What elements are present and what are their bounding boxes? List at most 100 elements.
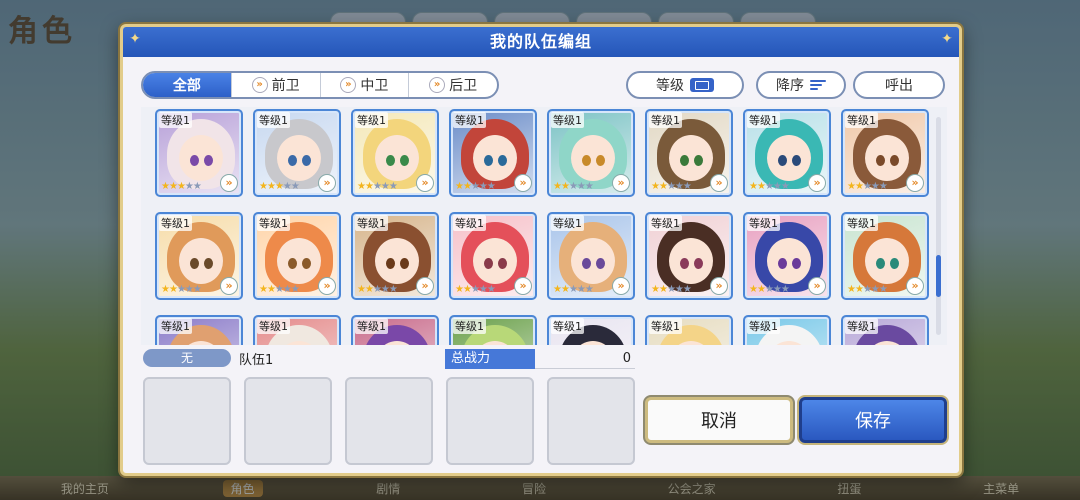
party-slot[interactable] (345, 377, 433, 465)
character-card[interactable]: 等级1★★★★★» (841, 109, 929, 197)
character-eye (582, 155, 591, 166)
character-card[interactable]: 等级1★★★★★» (547, 212, 635, 300)
star-rating-icon: ★★★★★ (455, 284, 496, 295)
character-level: 等级1 (845, 318, 878, 334)
character-level: 等级1 (747, 215, 780, 231)
character-eye (190, 155, 199, 166)
party-slot[interactable] (244, 377, 332, 465)
character-eye (484, 155, 493, 166)
filter-tab[interactable]: » 前卫 (232, 73, 321, 97)
star-rating-icon: ★★★★★ (553, 284, 594, 295)
sort-level-button[interactable]: 等级 (626, 71, 744, 99)
star-rating-icon: ★★★★★ (259, 284, 300, 295)
character-card[interactable]: 等级1★★★★★» (351, 212, 439, 300)
character-eye (386, 155, 395, 166)
filter-tab-label: 前卫 (271, 78, 300, 94)
position-chevron-icon: » (340, 77, 357, 93)
character-card[interactable]: 等级1★★★★★» (253, 109, 341, 197)
character-face (669, 238, 713, 284)
order-label: 降序 (776, 78, 804, 94)
scrollbar-track[interactable] (936, 117, 941, 335)
character-level: 等级1 (649, 215, 682, 231)
character-card[interactable]: 等级1★★★★★» (351, 315, 439, 345)
character-card[interactable]: 等级1★★★★★» (449, 109, 537, 197)
character-eye (288, 258, 297, 269)
character-level: 等级1 (551, 318, 584, 334)
character-card[interactable]: 等级1★★★★★» (155, 109, 243, 197)
character-card[interactable]: 等级1★★★★★» (547, 109, 635, 197)
save-label: 保存 (855, 411, 891, 432)
dialog-title: 我的队伍编组 (489, 32, 592, 51)
position-filter: 全部» 前卫» 中卫» 后卫 (141, 71, 499, 99)
character-eye (792, 258, 801, 269)
character-card[interactable]: 等级1★★★★★» (841, 212, 929, 300)
position-chevron-icon: » (514, 277, 532, 295)
character-eye (694, 258, 703, 269)
character-card[interactable]: 等级1★★★★★» (645, 109, 733, 197)
cancel-button[interactable]: 取消 (645, 397, 793, 443)
character-card[interactable]: 等级1★★★★★» (547, 315, 635, 345)
character-face (179, 135, 223, 181)
character-face (767, 135, 811, 181)
position-chevron-icon: » (612, 174, 630, 192)
character-eye (386, 258, 395, 269)
character-card[interactable]: 等级1★★★★★» (743, 109, 831, 197)
party-slot[interactable] (143, 377, 231, 465)
character-level: 等级1 (845, 112, 878, 128)
star-rating-icon: ★★★★★ (161, 181, 202, 192)
party-slot[interactable] (446, 377, 534, 465)
character-card[interactable]: 等级1★★★★★» (841, 315, 929, 345)
character-eye (876, 155, 885, 166)
character-level: 等级1 (159, 318, 192, 334)
filter-tab[interactable]: » 后卫 (409, 73, 497, 97)
position-chevron-icon: » (318, 174, 336, 192)
order-button[interactable]: 降序 (756, 71, 846, 99)
cancel-label: 取消 (701, 411, 737, 432)
star-rating-icon: ★★★★★ (553, 181, 594, 192)
character-card[interactable]: 等级1★★★★★» (351, 109, 439, 197)
character-card[interactable]: 等级1 ★★★★★ » (449, 212, 537, 300)
party-name: 队伍1 (239, 353, 274, 368)
character-level: 等级1 (747, 112, 780, 128)
character-card[interactable]: 等级1★★★★★» (253, 212, 341, 300)
character-card[interactable]: 等级1★★★★★» (645, 212, 733, 300)
position-chevron-icon: » (808, 174, 826, 192)
star-rating-icon: ★★★★★ (651, 284, 692, 295)
star-rating-icon: ★★★★★ (847, 284, 888, 295)
character-level: 等级1 (453, 215, 486, 231)
total-power-value: 0 (535, 349, 635, 369)
star-rating-icon: ★★★★★ (651, 181, 692, 192)
star-rating-icon: ★★★★★ (259, 181, 300, 192)
character-eye (596, 155, 605, 166)
character-list[interactable]: 等级1 ★★★★★ » 等级1 ★★★★★ » 等级1 ★★★★★ » 等级1 ★★★★★ » 等级1 ★… (141, 107, 947, 345)
character-level: 等级1 (355, 112, 388, 128)
character-level: 等级1 (257, 318, 290, 334)
character-face (473, 238, 517, 284)
call-button[interactable]: 呼出 (853, 71, 945, 99)
sort-label: 等级 (656, 78, 684, 94)
position-chevron-icon: » (808, 277, 826, 295)
character-eye (680, 155, 689, 166)
character-card[interactable]: 等级1★★★★★» (155, 315, 243, 345)
character-card[interactable]: 等级1★★★★★» (743, 212, 831, 300)
character-face (669, 135, 713, 181)
character-card[interactable]: 等级1★★★★★» (645, 315, 733, 345)
save-button[interactable]: 保存 (799, 397, 947, 443)
star-rating-icon: ★★★★★ (455, 181, 496, 192)
star-rating-icon: ★★★★★ (357, 284, 398, 295)
character-face (375, 238, 419, 284)
character-level: 等级1 (159, 112, 192, 128)
character-level: 等级1 (845, 215, 878, 231)
ornament-icon: ✦ (941, 31, 953, 47)
character-card[interactable]: 等级1★★★★★» (253, 315, 341, 345)
position-chevron-icon: » (416, 277, 434, 295)
character-face (865, 238, 909, 284)
party-slot[interactable] (547, 377, 635, 465)
filter-tab[interactable]: » 中卫 (321, 73, 410, 97)
scrollbar-thumb[interactable] (936, 255, 941, 297)
character-card[interactable]: 等级1★★★★★» (155, 212, 243, 300)
position-chevron-icon: » (906, 174, 924, 192)
character-card[interactable]: 等级1★★★★★» (449, 315, 537, 345)
character-card[interactable]: 等级1★★★★★» (743, 315, 831, 345)
filter-tab[interactable]: 全部 (143, 73, 232, 97)
